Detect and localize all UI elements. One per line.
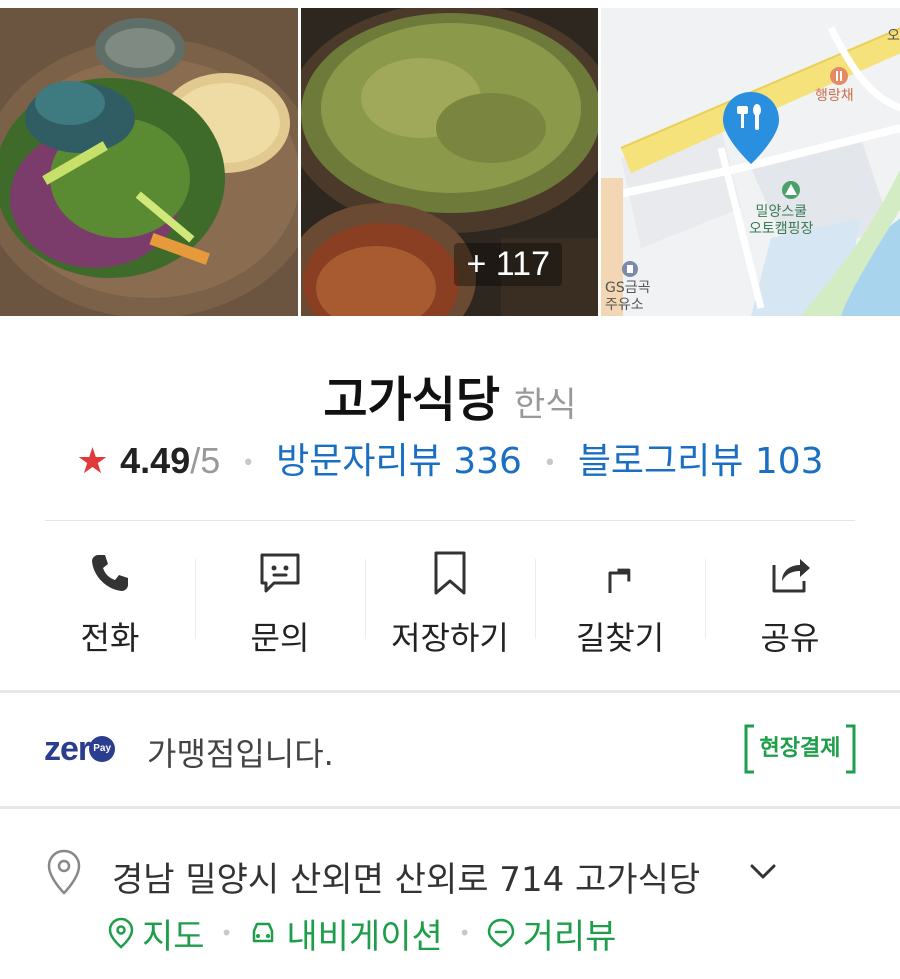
save-button[interactable]: 저장하기 — [365, 545, 535, 663]
restaurant-marker-icon — [830, 67, 848, 85]
call-button[interactable]: 전화 — [25, 545, 195, 663]
food-photo-salad[interactable] — [0, 8, 298, 316]
blog-reviews-link[interactable]: 블로그리뷰 103 — [578, 441, 824, 482]
action-bar: 전화 문의 저장하기 길찾기 공유 — [25, 545, 875, 663]
share-button[interactable]: 공유 — [705, 545, 875, 663]
address-section[interactable]: 경남 밀양시 산외면 산외로 714 고가식당 — [0, 840, 900, 900]
location-pin-icon — [47, 849, 81, 895]
zeropay-logo: zer Pay — [44, 729, 116, 768]
chat-icon — [260, 553, 300, 593]
rating-max: /5 — [190, 440, 221, 481]
street-view-link[interactable]: 거리뷰 — [487, 909, 617, 958]
place-name: 고가식당 — [323, 372, 501, 428]
section-divider — [0, 690, 900, 693]
address-links: 지도 • 내비게이션 • 거리뷰 — [108, 908, 616, 958]
directions-label: 길찾기 — [575, 619, 665, 657]
map-pin-small-icon — [108, 917, 134, 949]
separator-dot: • — [220, 921, 233, 945]
street-view-icon — [487, 918, 514, 948]
map-label-gas-station: GS금곡 주유소 — [605, 280, 651, 313]
visitor-reviews-link[interactable]: 방문자리뷰 336 — [276, 441, 522, 482]
share-label: 공유 — [760, 619, 820, 657]
map-label-camping: 밀양스쿨 오토캠핑장 — [749, 204, 814, 237]
onsite-payment-badge: 현장결제 — [744, 724, 856, 774]
address-text: 경남 밀양시 산외면 산외로 714 고가식당 — [112, 860, 701, 900]
separator-dot: • — [458, 921, 471, 945]
salad-image — [0, 8, 298, 316]
photo-strip: + 117 행랑채 밀양스쿨 오토캠핑장 GS금곡 주유소 오 — [0, 8, 900, 316]
zeropay-logo-text: zer — [44, 729, 91, 768]
rating-summary: ★ 4.49/5 • 방문자리뷰 336 • 블로그리뷰 103 — [0, 432, 900, 484]
inquiry-label: 문의 — [250, 619, 310, 657]
location-map-thumbnail[interactable]: 행랑채 밀양스쿨 오토캠핑장 GS금곡 주유소 오 — [601, 8, 900, 316]
onsite-payment-label: 현장결제 — [759, 736, 841, 761]
camping-marker-icon — [782, 181, 800, 199]
directions-button[interactable]: 길찾기 — [535, 545, 705, 663]
directions-icon — [608, 568, 631, 593]
zeropay-logo-pay: Pay — [89, 736, 116, 762]
map-label-restaurant: 행랑채 — [815, 88, 854, 104]
zeropay-description: 가맹점입니다. — [147, 735, 334, 773]
zeropay-section: zer Pay 가맹점입니다. 현장결제 — [0, 696, 900, 806]
car-icon — [253, 922, 274, 943]
place-header: 고가식당 한식 — [0, 360, 900, 430]
inquiry-button[interactable]: 문의 — [195, 545, 365, 663]
place-category: 한식 — [514, 385, 577, 425]
bookmark-icon — [434, 551, 466, 595]
section-divider — [0, 806, 900, 809]
map-label-edge: 오 — [887, 28, 900, 44]
chevron-down-icon[interactable] — [748, 862, 778, 882]
map-pin-icon — [723, 92, 779, 164]
gas-station-marker-icon — [622, 261, 638, 277]
map-link[interactable]: 지도 — [108, 909, 205, 958]
star-icon: ★ — [76, 441, 109, 482]
share-icon — [772, 559, 810, 593]
navigation-link[interactable]: 내비게이션 — [248, 909, 443, 958]
street-view-link-label: 거리뷰 — [522, 916, 617, 957]
map-link-label: 지도 — [142, 916, 205, 957]
save-label: 저장하기 — [391, 619, 509, 657]
rating-score: 4.49 — [120, 440, 191, 481]
more-photos-count[interactable]: + 117 — [454, 243, 562, 286]
divider — [45, 520, 855, 521]
food-photo-pancake[interactable]: + 117 — [301, 8, 598, 316]
navigation-link-label: 내비게이션 — [286, 916, 443, 957]
separator-dot: • — [241, 450, 255, 476]
separator-dot: • — [543, 450, 557, 476]
phone-icon — [92, 555, 128, 591]
call-label: 전화 — [80, 619, 140, 657]
